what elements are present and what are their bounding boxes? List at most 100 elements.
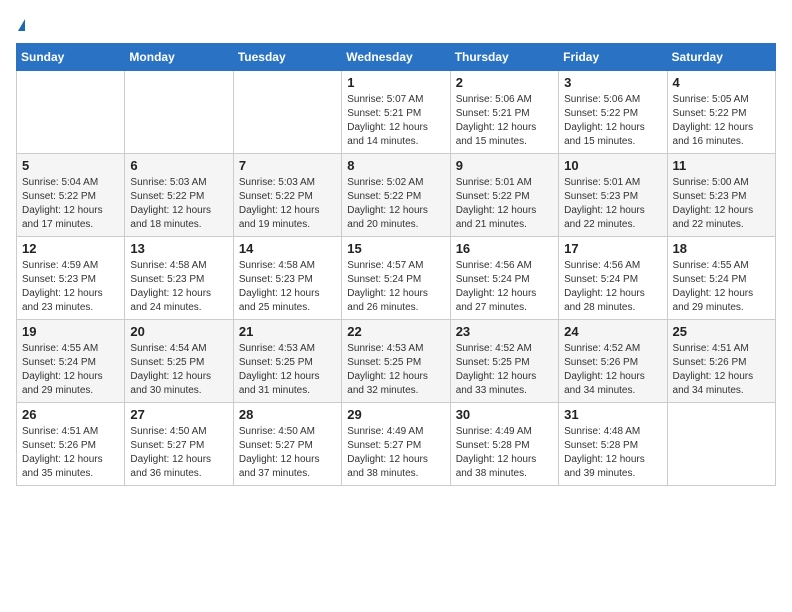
page-header [16,16,776,35]
cell-sunrise: Sunrise: 4:49 AM [456,425,553,439]
cell-sunset: Sunset: 5:28 PM [564,439,661,453]
cell-sunset: Sunset: 5:27 PM [130,439,227,453]
calendar-cell: 20 Sunrise: 4:54 AM Sunset: 5:25 PM Dayl… [125,320,233,403]
cell-daylight: Daylight: 12 hours and 17 minutes. [22,204,119,232]
cell-daylight: Daylight: 12 hours and 38 minutes. [347,453,444,481]
day-number: 31 [564,407,661,422]
cell-daylight: Daylight: 12 hours and 22 minutes. [564,204,661,232]
calendar-cell: 19 Sunrise: 4:55 AM Sunset: 5:24 PM Dayl… [17,320,125,403]
cell-sunset: Sunset: 5:25 PM [130,356,227,370]
cell-sunset: Sunset: 5:28 PM [456,439,553,453]
day-number: 23 [456,324,553,339]
cell-daylight: Daylight: 12 hours and 33 minutes. [456,370,553,398]
cell-sunset: Sunset: 5:22 PM [347,190,444,204]
day-number: 29 [347,407,444,422]
calendar-cell: 14 Sunrise: 4:58 AM Sunset: 5:23 PM Dayl… [233,237,341,320]
day-number: 6 [130,158,227,173]
day-number: 21 [239,324,336,339]
cell-sunset: Sunset: 5:24 PM [347,273,444,287]
cell-daylight: Daylight: 12 hours and 34 minutes. [673,370,770,398]
calendar-cell: 28 Sunrise: 4:50 AM Sunset: 5:27 PM Dayl… [233,403,341,486]
calendar-cell [125,71,233,154]
cell-sunset: Sunset: 5:24 PM [22,356,119,370]
cell-sunset: Sunset: 5:25 PM [239,356,336,370]
day-number: 10 [564,158,661,173]
day-number: 19 [22,324,119,339]
calendar: SundayMondayTuesdayWednesdayThursdayFrid… [16,43,776,486]
cell-sunrise: Sunrise: 4:50 AM [130,425,227,439]
cell-daylight: Daylight: 12 hours and 29 minutes. [673,287,770,315]
cell-sunrise: Sunrise: 4:55 AM [22,342,119,356]
calendar-cell: 5 Sunrise: 5:04 AM Sunset: 5:22 PM Dayli… [17,154,125,237]
cell-daylight: Daylight: 12 hours and 21 minutes. [456,204,553,232]
cell-daylight: Daylight: 12 hours and 31 minutes. [239,370,336,398]
cell-sunrise: Sunrise: 4:55 AM [673,259,770,273]
cell-daylight: Daylight: 12 hours and 35 minutes. [22,453,119,481]
calendar-cell: 23 Sunrise: 4:52 AM Sunset: 5:25 PM Dayl… [450,320,558,403]
day-number: 7 [239,158,336,173]
calendar-week-5: 26 Sunrise: 4:51 AM Sunset: 5:26 PM Dayl… [17,403,776,486]
day-number: 2 [456,75,553,90]
cell-sunrise: Sunrise: 4:59 AM [22,259,119,273]
calendar-cell: 29 Sunrise: 4:49 AM Sunset: 5:27 PM Dayl… [342,403,450,486]
day-number: 14 [239,241,336,256]
calendar-cell: 15 Sunrise: 4:57 AM Sunset: 5:24 PM Dayl… [342,237,450,320]
column-header-wednesday: Wednesday [342,44,450,71]
cell-daylight: Daylight: 12 hours and 20 minutes. [347,204,444,232]
cell-sunset: Sunset: 5:26 PM [673,356,770,370]
day-number: 28 [239,407,336,422]
cell-sunrise: Sunrise: 5:01 AM [456,176,553,190]
calendar-cell: 27 Sunrise: 4:50 AM Sunset: 5:27 PM Dayl… [125,403,233,486]
cell-sunrise: Sunrise: 4:53 AM [347,342,444,356]
calendar-cell: 3 Sunrise: 5:06 AM Sunset: 5:22 PM Dayli… [559,71,667,154]
day-number: 3 [564,75,661,90]
cell-daylight: Daylight: 12 hours and 38 minutes. [456,453,553,481]
cell-sunset: Sunset: 5:22 PM [456,190,553,204]
calendar-cell: 25 Sunrise: 4:51 AM Sunset: 5:26 PM Dayl… [667,320,775,403]
cell-sunrise: Sunrise: 4:51 AM [22,425,119,439]
calendar-cell: 31 Sunrise: 4:48 AM Sunset: 5:28 PM Dayl… [559,403,667,486]
cell-daylight: Daylight: 12 hours and 32 minutes. [347,370,444,398]
calendar-week-2: 5 Sunrise: 5:04 AM Sunset: 5:22 PM Dayli… [17,154,776,237]
cell-sunset: Sunset: 5:24 PM [564,273,661,287]
column-header-monday: Monday [125,44,233,71]
cell-sunset: Sunset: 5:25 PM [456,356,553,370]
calendar-cell: 12 Sunrise: 4:59 AM Sunset: 5:23 PM Dayl… [17,237,125,320]
day-number: 17 [564,241,661,256]
day-number: 20 [130,324,227,339]
logo-triangle [18,19,25,31]
cell-sunrise: Sunrise: 4:50 AM [239,425,336,439]
calendar-cell: 26 Sunrise: 4:51 AM Sunset: 5:26 PM Dayl… [17,403,125,486]
calendar-cell: 10 Sunrise: 5:01 AM Sunset: 5:23 PM Dayl… [559,154,667,237]
cell-sunrise: Sunrise: 4:48 AM [564,425,661,439]
cell-sunset: Sunset: 5:23 PM [673,190,770,204]
day-number: 24 [564,324,661,339]
calendar-cell: 24 Sunrise: 4:52 AM Sunset: 5:26 PM Dayl… [559,320,667,403]
cell-sunset: Sunset: 5:27 PM [239,439,336,453]
cell-daylight: Daylight: 12 hours and 16 minutes. [673,121,770,149]
calendar-cell [17,71,125,154]
day-number: 11 [673,158,770,173]
cell-sunset: Sunset: 5:24 PM [673,273,770,287]
cell-sunset: Sunset: 5:21 PM [347,107,444,121]
day-number: 1 [347,75,444,90]
cell-sunset: Sunset: 5:23 PM [22,273,119,287]
cell-daylight: Daylight: 12 hours and 34 minutes. [564,370,661,398]
cell-daylight: Daylight: 12 hours and 26 minutes. [347,287,444,315]
calendar-cell: 17 Sunrise: 4:56 AM Sunset: 5:24 PM Dayl… [559,237,667,320]
cell-sunrise: Sunrise: 5:01 AM [564,176,661,190]
day-number: 26 [22,407,119,422]
calendar-cell: 6 Sunrise: 5:03 AM Sunset: 5:22 PM Dayli… [125,154,233,237]
cell-sunrise: Sunrise: 5:06 AM [456,93,553,107]
cell-sunset: Sunset: 5:23 PM [564,190,661,204]
cell-sunrise: Sunrise: 5:07 AM [347,93,444,107]
logo-text [16,16,25,35]
calendar-cell: 11 Sunrise: 5:00 AM Sunset: 5:23 PM Dayl… [667,154,775,237]
day-number: 18 [673,241,770,256]
calendar-week-4: 19 Sunrise: 4:55 AM Sunset: 5:24 PM Dayl… [17,320,776,403]
day-number: 8 [347,158,444,173]
cell-daylight: Daylight: 12 hours and 28 minutes. [564,287,661,315]
cell-sunset: Sunset: 5:24 PM [456,273,553,287]
cell-sunrise: Sunrise: 4:53 AM [239,342,336,356]
cell-daylight: Daylight: 12 hours and 36 minutes. [130,453,227,481]
